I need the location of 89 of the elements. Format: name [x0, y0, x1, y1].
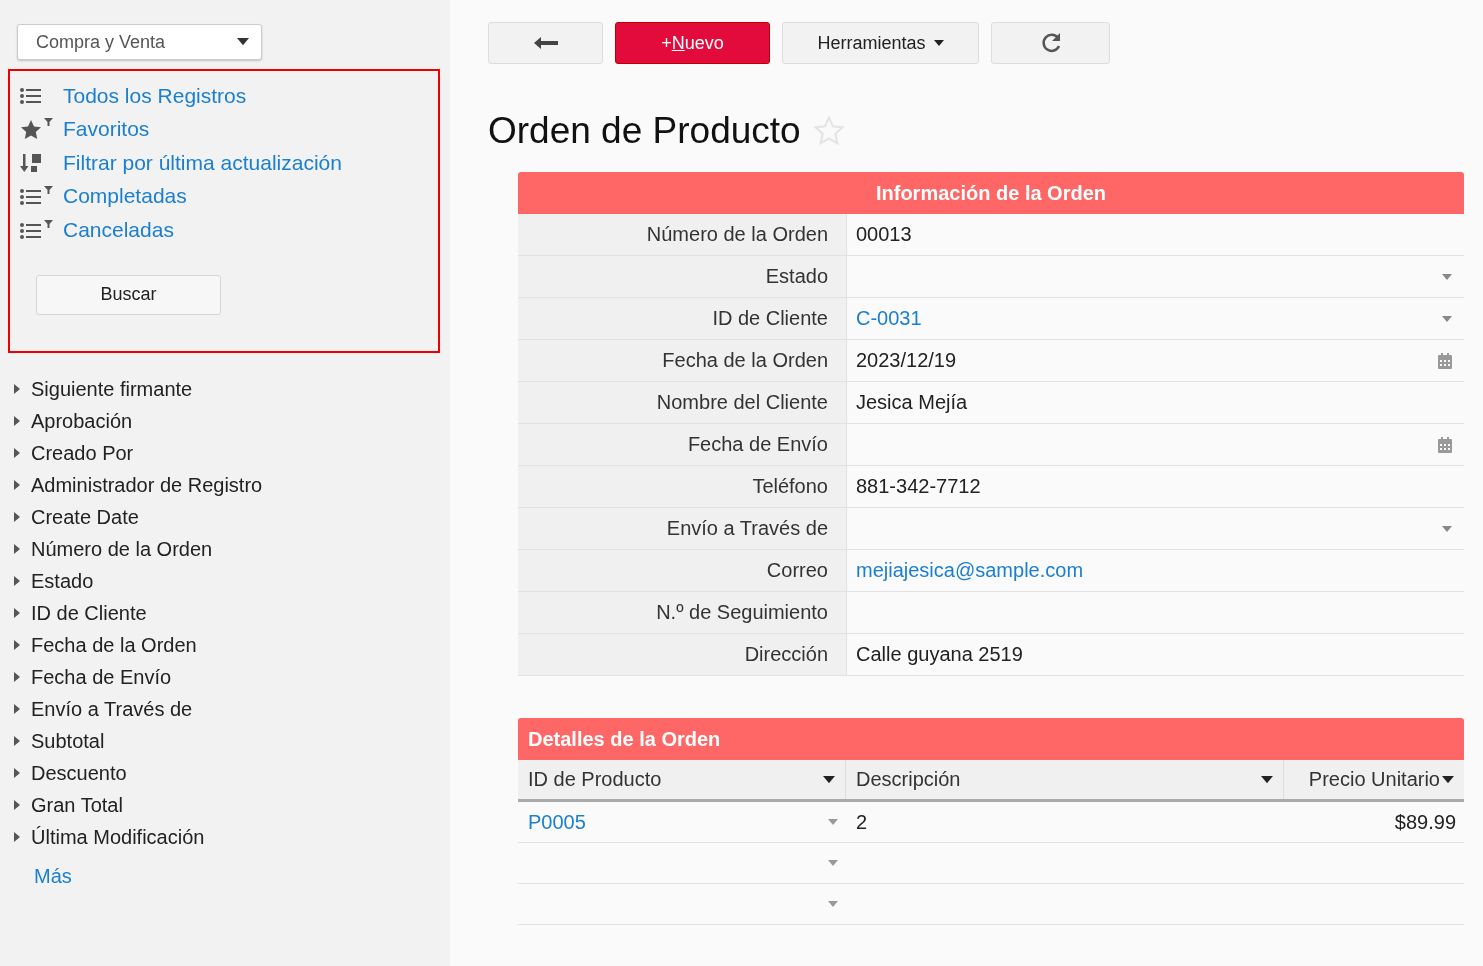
field-tree-item[interactable]: Fecha de la Orden [8, 629, 442, 661]
field-value[interactable]: Calle guyana 2519 [846, 634, 1464, 675]
tools-button[interactable]: Herramientas [782, 22, 979, 64]
field-label: Envío a Través de [518, 508, 846, 549]
page-title: Orden de Producto [488, 110, 801, 152]
field-label: Teléfono [518, 466, 846, 507]
field-label: Descuento [31, 761, 127, 785]
field-label: Fecha de Envío [31, 665, 172, 689]
field-label: Estado [31, 569, 94, 593]
caret-icon [1442, 775, 1454, 784]
field-label: Subtotal [31, 729, 105, 753]
caret-icon [823, 775, 835, 784]
field-value[interactable]: C-0031 [846, 298, 1464, 339]
field-tree-item[interactable]: Subtotal [8, 725, 442, 757]
field-label: Envío a Través de [31, 697, 193, 721]
field-label: N.º de Seguimiento [518, 592, 846, 633]
view-link[interactable]: Favoritos [20, 112, 428, 146]
sort-icon [20, 152, 42, 173]
view-link[interactable]: Completadas [20, 179, 428, 213]
caret-icon [1442, 525, 1452, 532]
field-value[interactable]: 881-342-7712 [846, 466, 1464, 507]
field-tree-item[interactable]: Create Date [8, 501, 442, 533]
refresh-button[interactable] [991, 22, 1110, 64]
table-cell-text: 2 [855, 809, 869, 835]
caret-icon [1442, 315, 1452, 322]
field-label: Siguiente firmante [31, 377, 193, 401]
section-header: Detalles de la Orden [518, 718, 1464, 760]
field-value[interactable]: mejiajesica@sample.com [846, 550, 1464, 591]
field-label: Fecha de Envío [518, 424, 846, 465]
view-link[interactable]: Canceladas [20, 213, 428, 247]
field-value[interactable]: Jesica Mejía [846, 382, 1464, 423]
field-label: Número de la Orden [518, 214, 846, 255]
field-label: ID de Cliente [518, 298, 846, 339]
more-link[interactable]: Más [34, 865, 442, 888]
table-cell[interactable]: P0005 [518, 802, 846, 842]
new-button[interactable]: +Nuevo [615, 22, 770, 64]
list-filter-icon [20, 219, 54, 240]
calendar-icon[interactable] [1438, 352, 1452, 369]
back-button[interactable] [488, 22, 603, 64]
app-selector[interactable]: Compra y Venta [17, 24, 262, 60]
list-icon [20, 86, 42, 105]
list-filter-icon [20, 186, 54, 207]
caret-icon [1261, 775, 1273, 784]
caret-icon [828, 819, 838, 825]
field-label: Gran Total [31, 793, 123, 817]
column-header[interactable]: Descripción [846, 760, 1284, 799]
field-label: Create Date [31, 505, 139, 529]
field-label: ID de Cliente [31, 601, 147, 625]
table-cell-text: $89.99 [1393, 809, 1457, 835]
field-tree-item[interactable]: Aprobación [8, 405, 442, 437]
column-header[interactable]: ID de Producto [518, 760, 846, 799]
section-header: Información de la Orden [518, 172, 1464, 214]
field-label: Estado [518, 256, 846, 297]
caret-icon [237, 38, 249, 46]
view-link[interactable]: Filtrar por última actualización [20, 146, 428, 180]
field-tree-item[interactable]: Administrador de Registro [8, 469, 442, 501]
field-tree-item[interactable]: Creado Por [8, 437, 442, 469]
caret-icon [828, 860, 838, 866]
back-arrow-icon [533, 37, 558, 49]
field-label: Administrador de Registro [31, 473, 263, 497]
view-link[interactable]: Todos los Registros [20, 79, 428, 113]
calendar-icon[interactable] [1438, 436, 1452, 453]
field-value[interactable]: 2023/12/19 [846, 340, 1464, 381]
refresh-icon [1039, 32, 1062, 54]
field-tree-item[interactable]: Última Modificación [8, 821, 442, 853]
field-tree-item[interactable]: ID de Cliente [8, 597, 442, 629]
column-header[interactable]: Precio Unitario [1284, 760, 1464, 799]
field-label: Correo [518, 550, 846, 591]
field-tree-item[interactable]: Fecha de Envío [8, 661, 442, 693]
field-label: Fecha de la Orden [518, 340, 846, 381]
field-label: Nombre del Cliente [518, 382, 846, 423]
caret-icon [1442, 273, 1452, 280]
caret-icon [828, 901, 838, 907]
star-filter-icon [20, 118, 54, 141]
field-tree-item[interactable]: Número de la Orden [8, 533, 442, 565]
field-label: Aprobación [31, 409, 133, 433]
field-tree-item[interactable]: Gran Total [8, 789, 442, 821]
field-label: Dirección [518, 634, 846, 675]
field-label: Creado Por [31, 441, 134, 465]
search-button[interactable]: Buscar [36, 274, 221, 315]
field-tree-item[interactable]: Descuento [8, 757, 442, 789]
field-tree-item[interactable]: Siguiente firmante [8, 373, 442, 405]
caret-icon [933, 40, 944, 46]
field-tree-item[interactable]: Envío a Través de [8, 693, 442, 725]
field-tree-item[interactable]: Estado [8, 565, 442, 597]
field-label: Fecha de la Orden [31, 633, 197, 657]
field-label: Última Modificación [31, 825, 205, 849]
field-label: Número de la Orden [31, 537, 213, 561]
field-value[interactable]: 00013 [846, 214, 1464, 255]
